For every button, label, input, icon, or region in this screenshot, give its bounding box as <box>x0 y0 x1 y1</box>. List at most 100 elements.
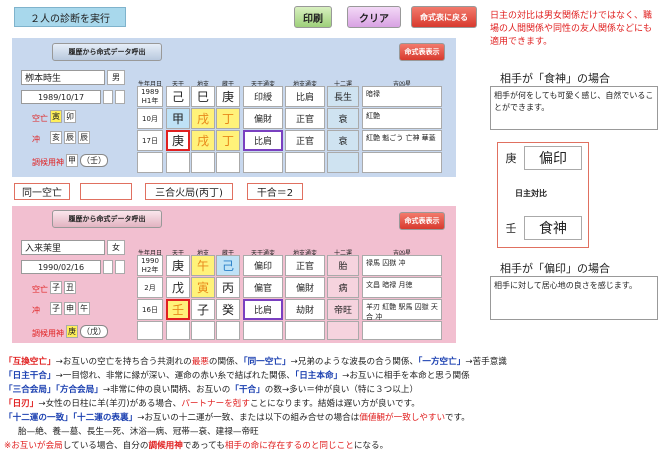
legend-text: になる。 <box>353 441 389 451</box>
person1-birthdate-extra-2 <box>115 90 125 104</box>
person1-kubo-label: 空亡 <box>32 114 48 123</box>
legend-nichijin: 「日刃」 <box>4 399 39 409</box>
legend-line-2: 「日主干合」→一目惚れ、非常に縁が深い、運命の赤い糸で結ばれた関係、「日主本命」… <box>4 369 470 381</box>
p1-r2-juni: 衰 <box>327 108 359 129</box>
legend-text: →お互いに相手を本命と思う関係 <box>342 371 470 381</box>
p2-r3-zokan: 癸 <box>216 299 240 320</box>
p2-r4-juni <box>327 321 359 340</box>
legend-line-3: 「三合会局」「方合会局」→非常に仲の良い間柄、お互いの「干合」の数→多い＝仲が良… <box>4 383 418 395</box>
person2-chokou-value: 戊 <box>90 327 98 336</box>
legend-nisshu-honmei: 「日主本命」 <box>294 371 343 381</box>
person2-birthdate-extra-1 <box>103 260 113 274</box>
p1-r3-zokan: 丁 <box>216 130 240 151</box>
legend-line-6: 胎—絶、養—墓、長生—死、沐浴—病、冠帯—衰、建禄—帝旺 <box>18 425 259 437</box>
person1-chokou-value: 壬 <box>90 156 98 165</box>
legend-worst: 最悪 <box>191 357 209 367</box>
person1-load-history-button[interactable]: 履歴から命式データ呼出 <box>52 43 162 61</box>
person2-kubo-2: 丑 <box>64 281 76 294</box>
note-text: 日主の対比は男女関係だけではなく、職場の人間関係や同性の友人関係などにも適用でき… <box>490 11 653 47</box>
legend-text: の数→多い＝仲が良い（特に３つ以上） <box>264 385 419 395</box>
person2-gender[interactable]: 女 <box>107 240 125 255</box>
p1-r2-zokan: 丁 <box>216 108 240 129</box>
p2-r2-tsuhen-chi: 偏財 <box>285 277 325 298</box>
person2-birthdate-field[interactable]: 1990/02/16 <box>21 260 101 274</box>
aite2-label: 相手が「偏印」の場合 <box>500 262 610 275</box>
p1-r3-tenkan: 庚 <box>166 130 190 151</box>
legend-ippo-kubo: 「一方空亡」 <box>418 357 466 367</box>
p2-r1-kikyo: 禄馬 囚獄 冲 <box>362 255 442 276</box>
p2-r1-juni: 胎 <box>327 255 359 276</box>
person1-chokou-2: （ 壬 ） <box>80 154 108 167</box>
person2-load-history-button[interactable]: 履歴から命式データ呼出 <box>52 210 162 228</box>
p2-r3-chishi: 子 <box>191 299 215 320</box>
p2-r1-chishi: 午 <box>191 255 215 276</box>
legend-kango: 「干合」 <box>230 385 265 395</box>
legend-text: ことになります。結婚は遅い方が良いです。 <box>249 399 420 409</box>
person2-chokou-1: 庚 <box>66 325 78 338</box>
p2-r2-kikyo: 文昌 暗禄 月徳 <box>362 277 442 298</box>
person2-chu-1: 子 <box>50 302 62 315</box>
relation-kango: 干合＝2 <box>247 183 303 200</box>
person2-chu-3: 午 <box>78 302 90 315</box>
p1-r2-birth: 10月 <box>137 108 163 129</box>
person2-kubo-1: 子 <box>50 281 62 294</box>
person1-name-field[interactable]: 栁本時生 <box>21 70 105 85</box>
legend-kachikan: 価値観が一致しやすい <box>359 413 445 423</box>
legend-text: →非常に仲の良い間柄、お互いの <box>102 385 231 395</box>
taihi-bottom-star: 食神 <box>524 216 582 240</box>
legend-text: →苦手意識 <box>465 357 507 367</box>
p1-r3-juni: 衰 <box>327 130 359 151</box>
p2-r3-juni: 帝旺 <box>327 299 359 320</box>
p2-r1-tenkan: 庚 <box>166 255 190 276</box>
p1-r2-tenkan: 甲 <box>166 108 190 129</box>
p1-r1-tenkan: 己 <box>166 86 190 107</box>
p2-r1-era: H2年 <box>141 265 159 274</box>
p2-r3-tsuhen-ten: 比肩 <box>243 299 283 320</box>
taihi-bottom-stem: 壬 <box>502 218 520 238</box>
person1-kubo-1: 寅 <box>50 110 62 123</box>
p1-r3-kikyo: 紅艶 魁ごう 亡神 華蓋 <box>362 130 442 151</box>
p1-r3-birth: 17日 <box>137 130 163 151</box>
legend-partner-koku: パートナーを剋す <box>181 399 250 409</box>
legend-line-5: 「十二運の一致」「十二運の表裏」→お互いの十二運が一致、または以下の組み合せの場… <box>4 411 470 423</box>
taihi-top-stem: 庚 <box>502 148 520 168</box>
p2-r2-birth: 2月 <box>137 277 163 298</box>
legend-text: です。 <box>444 413 470 423</box>
person1-chu-3: 辰 <box>78 131 90 144</box>
p1-r4-zokan <box>216 152 240 173</box>
back-to-chart-button[interactable]: 命式表に戻る <box>411 6 477 28</box>
legend-text: →お互いの空亡を持ち合う共測れの <box>55 357 192 367</box>
p1-r4-chishi <box>191 152 215 173</box>
person1-show-chart-button[interactable]: 命式表表示 <box>399 43 445 61</box>
p1-r2-tsuhen-chi: 正官 <box>285 108 325 129</box>
page-title: ２人の診断を実行 <box>14 7 126 27</box>
legend-juniun-hyori: 「十二運の表裏」 <box>72 413 138 423</box>
legend-chokou: 調候用神 <box>148 441 183 451</box>
person2-birthdate-extra-2 <box>115 260 125 274</box>
p2-r3-kikyo: 羊刃 紅艶 駅馬 囚獄 天合 冲 <box>362 299 442 321</box>
p1-r1-juni: 長生 <box>327 86 359 107</box>
person2-name-field[interactable]: 入来茉里 <box>21 240 105 255</box>
p1-r4-kikyo <box>362 152 442 173</box>
person1-chokou-label: 調候用神 <box>32 158 64 167</box>
person1-birthdate-field[interactable]: 1989/10/17 <box>21 90 101 104</box>
person1-chokou-paren-close: ） <box>98 156 106 165</box>
clear-button[interactable]: クリア <box>347 6 401 28</box>
person2-chu-label: 冲 <box>32 306 40 315</box>
p2-r2-chishi: 寅 <box>191 277 215 298</box>
legend-line-7: ※お互いが会局している場合、自分の調候用神であっても相手の命に存在するのと同じこ… <box>4 439 388 451</box>
p1-r4-birth <box>137 152 163 173</box>
p2-r4-birth <box>137 321 163 340</box>
print-button[interactable]: 印刷 <box>294 6 332 28</box>
legend-kokan-kubo: 「互換空亡」 <box>4 357 56 367</box>
relation-kubo: 同一空亡 <box>14 183 70 200</box>
taihi-label: 日主対比 <box>515 189 547 198</box>
person1-gender[interactable]: 男 <box>107 70 125 85</box>
legend-nisshu-kango: 「日主干合」 <box>4 371 56 381</box>
person2-show-chart-button[interactable]: 命式表表示 <box>399 212 445 230</box>
p2-r3-tenkan: 壬 <box>166 299 190 320</box>
legend-text: →女性の日柱に羊(羊刃)がある場合、 <box>38 399 182 409</box>
person1-chu-1: 亥 <box>50 131 62 144</box>
person2-chokou-paren-close: ） <box>98 327 106 336</box>
p2-r3-birth: 16日 <box>137 299 163 320</box>
